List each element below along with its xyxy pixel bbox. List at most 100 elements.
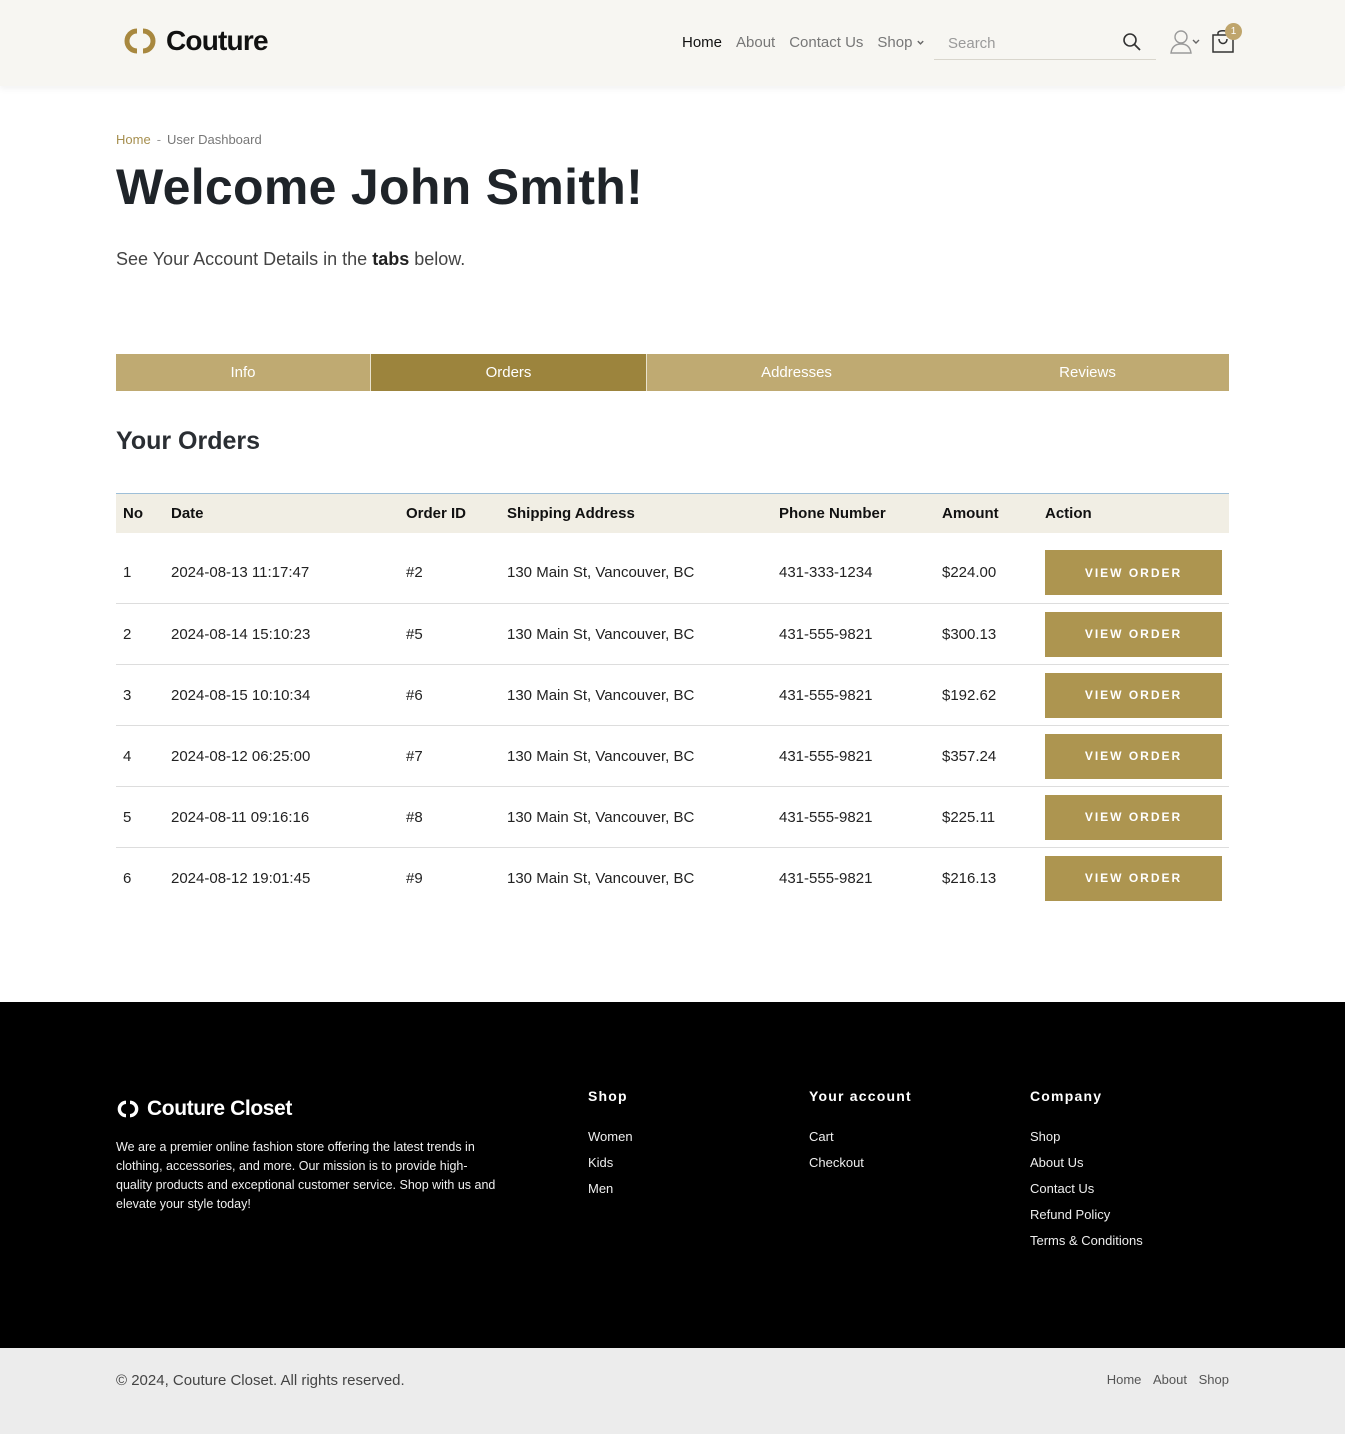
- cell-phone: 431-555-9821: [772, 603, 935, 665]
- cell-action: VIEW ORDER: [1038, 725, 1229, 787]
- orders-title: Your Orders: [116, 427, 261, 455]
- tab-reviews[interactable]: Reviews: [946, 354, 1229, 391]
- cell-date: 2024-08-11 09:16:16: [164, 786, 399, 848]
- table-row: 2 2024-08-14 15:10:23 #5 130 Main St, Va…: [116, 603, 1229, 665]
- footer-link-men[interactable]: Men: [588, 1180, 633, 1197]
- logo[interactable]: Couture: [122, 25, 269, 57]
- view-order-button[interactable]: VIEW ORDER: [1045, 672, 1222, 718]
- account-tabs: Info Orders Addresses Reviews: [116, 354, 1229, 391]
- cell-no: 4: [116, 725, 164, 787]
- column-header-phone-number: Phone Number: [779, 504, 886, 522]
- bottom-link-shop[interactable]: Shop: [1199, 1372, 1229, 1387]
- cell-no: 1: [116, 532, 164, 604]
- page-subtitle: See Your Account Details in the tabs bel…: [116, 249, 465, 270]
- cell-action: VIEW ORDER: [1038, 603, 1229, 665]
- breadcrumb-home[interactable]: Home: [116, 132, 151, 147]
- nav-shop-label: Shop: [877, 34, 913, 51]
- cell-address: 130 Main St, Vancouver, BC: [507, 869, 695, 887]
- breadcrumb: Home - User Dashboard: [116, 132, 262, 147]
- subtitle-post: below.: [414, 249, 466, 269]
- table-row: 5 2024-08-11 09:16:16 #8 130 Main St, Va…: [116, 786, 1229, 848]
- view-order-button[interactable]: VIEW ORDER: [1045, 733, 1222, 779]
- cell-phone: 431-555-9821: [772, 664, 935, 726]
- cell-amount: $225.11: [935, 786, 1038, 848]
- breadcrumb-current: User Dashboard: [167, 132, 262, 147]
- cell-action: VIEW ORDER: [1038, 664, 1229, 726]
- site-header: Couture Home About Contact Us Shop 1: [0, 0, 1345, 86]
- column-header-shipping-address: Shipping Address: [507, 504, 635, 522]
- footer-column-account: Your account Cart Checkout: [809, 1088, 912, 1180]
- cell-no: 3: [116, 664, 164, 726]
- subtitle-pre: See Your Account Details in the: [116, 249, 368, 269]
- footer-link-cart[interactable]: Cart: [809, 1128, 912, 1145]
- cell-order-id: #9: [406, 869, 423, 887]
- nav-home[interactable]: Home: [682, 34, 722, 51]
- footer-link-shop[interactable]: Shop: [1030, 1128, 1143, 1145]
- footer-about-text: We are a premier online fashion store of…: [116, 1140, 496, 1211]
- cell-action: VIEW ORDER: [1038, 848, 1229, 909]
- nav-shop-dropdown[interactable]: Shop: [877, 34, 925, 51]
- logo-text: Couture: [166, 25, 269, 56]
- cell-amount: $357.24: [935, 725, 1038, 787]
- bottom-link-home[interactable]: Home: [1107, 1372, 1142, 1387]
- tab-addresses[interactable]: Addresses: [646, 354, 946, 391]
- cell-no: 2: [116, 603, 164, 665]
- cell-amount: $216.13: [942, 869, 997, 887]
- cell-phone: 431-333-1234: [772, 532, 935, 604]
- tab-info[interactable]: Info: [116, 354, 371, 391]
- footer-column-title: Your account: [809, 1088, 912, 1104]
- cell-order-id: #8: [399, 786, 500, 848]
- cell-order-id: #7: [399, 725, 500, 787]
- cell-date: 2024-08-13 11:17:47: [164, 532, 399, 604]
- footer-logo[interactable]: Couture Closet: [116, 1097, 292, 1121]
- footer-link-refund-policy[interactable]: Refund Policy: [1030, 1206, 1143, 1223]
- cell-amount: $224.00: [935, 532, 1038, 604]
- view-order-button[interactable]: VIEW ORDER: [1045, 611, 1222, 657]
- footer-bottom-bar: © 2024, Couture Closet. All rights reser…: [0, 1348, 1345, 1434]
- footer-column-title: Shop: [588, 1088, 628, 1104]
- footer-logo-text: Couture Closet: [147, 1097, 292, 1120]
- table-row: 6 2024-08-12 19:01:45 #9 130 Main St, Va…: [116, 848, 1229, 909]
- footer-link-terms[interactable]: Terms & Conditions: [1030, 1232, 1143, 1249]
- table-row: 3 2024-08-15 10:10:34 #6 130 Main St, Va…: [116, 664, 1229, 726]
- bottom-link-about[interactable]: About: [1153, 1372, 1187, 1387]
- couture-logo-icon: [117, 1100, 139, 1118]
- nav-contact[interactable]: Contact Us: [789, 34, 863, 51]
- view-order-button[interactable]: VIEW ORDER: [1045, 794, 1222, 840]
- cell-phone: 431-555-9821: [772, 786, 935, 848]
- footer-link-women[interactable]: Women: [588, 1128, 633, 1145]
- cell-address: 130 Main St, Vancouver, BC: [500, 664, 772, 726]
- cell-action: VIEW ORDER: [1038, 786, 1229, 848]
- cell-amount: $192.62: [935, 664, 1038, 726]
- cart-count-badge: 1: [1225, 23, 1242, 40]
- footer-column-company: Company Shop About Us Contact Us Refund …: [1030, 1088, 1143, 1258]
- cell-date: 2024-08-12 19:01:45: [171, 869, 311, 887]
- cell-address: 130 Main St, Vancouver, BC: [500, 603, 772, 665]
- search-input[interactable]: [934, 27, 1104, 59]
- main-nav: Home About Contact Us Shop: [682, 34, 925, 51]
- table-row: 1 2024-08-13 11:17:47 #2 130 Main St, Va…: [116, 532, 1229, 604]
- view-order-button[interactable]: VIEW ORDER: [1045, 855, 1222, 901]
- cell-date: 2024-08-14 15:10:23: [164, 603, 399, 665]
- cell-address: 130 Main St, Vancouver, BC: [500, 532, 772, 604]
- chevron-down-icon: [917, 40, 925, 45]
- nav-about[interactable]: About: [736, 34, 775, 51]
- footer-bottom-nav: Home About Shop: [1099, 1372, 1229, 1387]
- footer-link-about-us[interactable]: About Us: [1030, 1154, 1143, 1171]
- footer-link-kids[interactable]: Kids: [588, 1154, 633, 1171]
- cell-amount: $300.13: [935, 603, 1038, 665]
- search-box: [934, 27, 1156, 60]
- footer-link-checkout[interactable]: Checkout: [809, 1154, 912, 1171]
- cell-order-id: #2: [399, 532, 500, 604]
- cell-phone: 431-555-9821: [772, 725, 935, 787]
- breadcrumb-separator: -: [156, 132, 162, 147]
- user-icon[interactable]: [1169, 29, 1201, 55]
- table-header-row: No Date Order ID Shipping Address Phone …: [116, 493, 1229, 533]
- cell-order-id: #6: [399, 664, 500, 726]
- column-header-order-id: Order ID: [406, 504, 467, 522]
- footer-link-contact-us[interactable]: Contact Us: [1030, 1180, 1143, 1197]
- view-order-button[interactable]: VIEW ORDER: [1045, 550, 1222, 596]
- tab-orders[interactable]: Orders: [371, 354, 646, 391]
- footer-column-shop: Shop Women Kids Men: [588, 1088, 633, 1206]
- search-icon[interactable]: [1122, 32, 1142, 52]
